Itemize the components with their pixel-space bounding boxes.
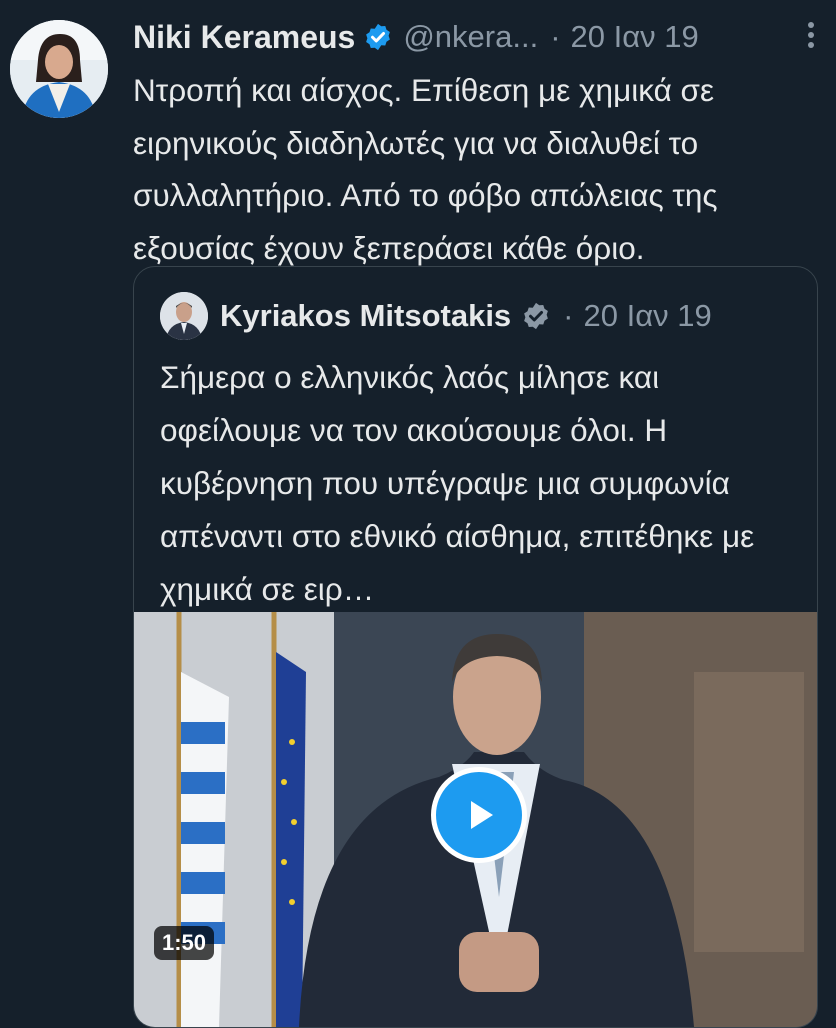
verified-badge-icon [521,301,551,331]
quoted-author-avatar[interactable] [160,292,208,340]
more-vertical-icon[interactable] [806,20,816,50]
separator-dot: · [550,19,561,54]
tweet-header: Niki Kerameus @nkera... · 20 Ιαν 19 [133,14,816,60]
quoted-author-name[interactable]: Kyriakos Mitsotakis [220,298,511,334]
quoted-tweet-date[interactable]: 20 Ιαν 19 [584,298,712,334]
separator-dot: · [563,298,574,333]
tweet-date[interactable]: 20 Ιαν 19 [571,19,699,55]
quoted-tweet[interactable]: Kyriakos Mitsotakis · 20 Ιαν 19 Σήμερα ο… [133,266,818,1028]
author-handle[interactable]: @nkera... [403,19,538,55]
video-duration-badge: 1:50 [154,926,215,960]
quoted-tweet-text: Σήμερα ο ελληνικός λαός μίλησε και οφείλ… [160,359,755,607]
play-icon [471,801,493,829]
author-name[interactable]: Niki Kerameus [133,19,355,56]
tweet-text: Ντροπή και αίσχος. Επίθεση με χημικά σε … [133,72,718,266]
verified-badge-icon [363,22,393,52]
video-thumbnail[interactable]: 1:50 [134,612,817,1027]
quoted-tweet-header: Kyriakos Mitsotakis · 20 Ιαν 19 [160,291,712,341]
play-button[interactable] [431,767,527,863]
author-avatar[interactable] [10,20,108,118]
